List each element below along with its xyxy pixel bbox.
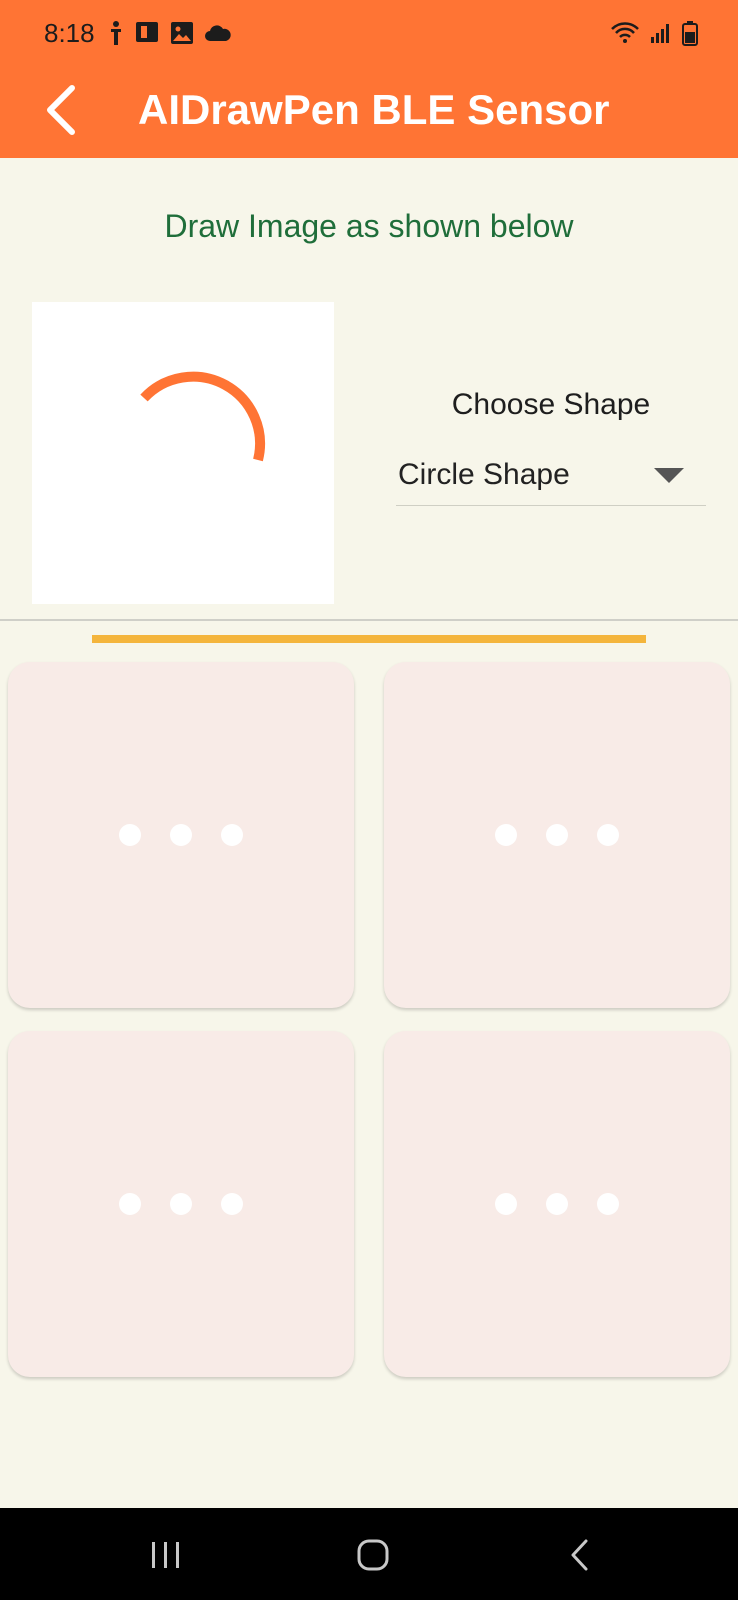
drawing-card[interactable]	[8, 1031, 354, 1377]
home-button[interactable]	[343, 1530, 403, 1580]
shape-preview	[32, 302, 334, 604]
cloud-icon	[205, 25, 231, 41]
drawing-card[interactable]	[8, 662, 354, 1008]
drawing-card[interactable]	[384, 662, 730, 1008]
system-back-button[interactable]	[550, 1530, 610, 1580]
notification-app-icon	[136, 22, 158, 42]
divider	[0, 619, 738, 621]
dropdown-arrow-icon	[654, 468, 684, 483]
arc-preview	[140, 371, 265, 462]
chevron-left-icon	[47, 85, 75, 135]
home-icon	[357, 1539, 389, 1571]
progress-bar	[92, 635, 646, 643]
loading-dots-icon	[8, 662, 354, 1008]
instruction-text: Draw Image as shown below	[164, 208, 574, 244]
back-icon	[571, 1539, 588, 1571]
accessibility-icon	[111, 21, 121, 45]
choose-shape-label: Choose Shape	[451, 388, 651, 421]
loading-dots-icon	[8, 1031, 354, 1377]
back-button[interactable]	[30, 80, 90, 140]
status-icons-right	[610, 20, 698, 46]
recent-apps-button[interactable]	[136, 1530, 196, 1580]
status-icons-left	[108, 20, 232, 46]
recent-apps-icon	[152, 1542, 179, 1568]
drawing-card[interactable]	[384, 1031, 730, 1377]
status-time: 8:18	[44, 18, 95, 48]
gallery-icon	[171, 22, 193, 44]
app-bar: AIDrawPen BLE Sensor	[0, 66, 738, 158]
wifi-icon	[611, 22, 639, 43]
page-title: AIDrawPen BLE Sensor	[138, 86, 610, 133]
loading-dots-icon	[384, 1031, 730, 1377]
shape-dropdown[interactable]: Circle Shape	[396, 450, 706, 506]
shape-dropdown-value: Circle Shape	[398, 458, 570, 491]
signal-icon	[651, 24, 669, 43]
loading-dots-icon	[384, 662, 730, 1008]
navigation-bar	[0, 1508, 738, 1600]
status-bar: 8:18	[0, 0, 738, 66]
battery-icon	[682, 21, 698, 46]
